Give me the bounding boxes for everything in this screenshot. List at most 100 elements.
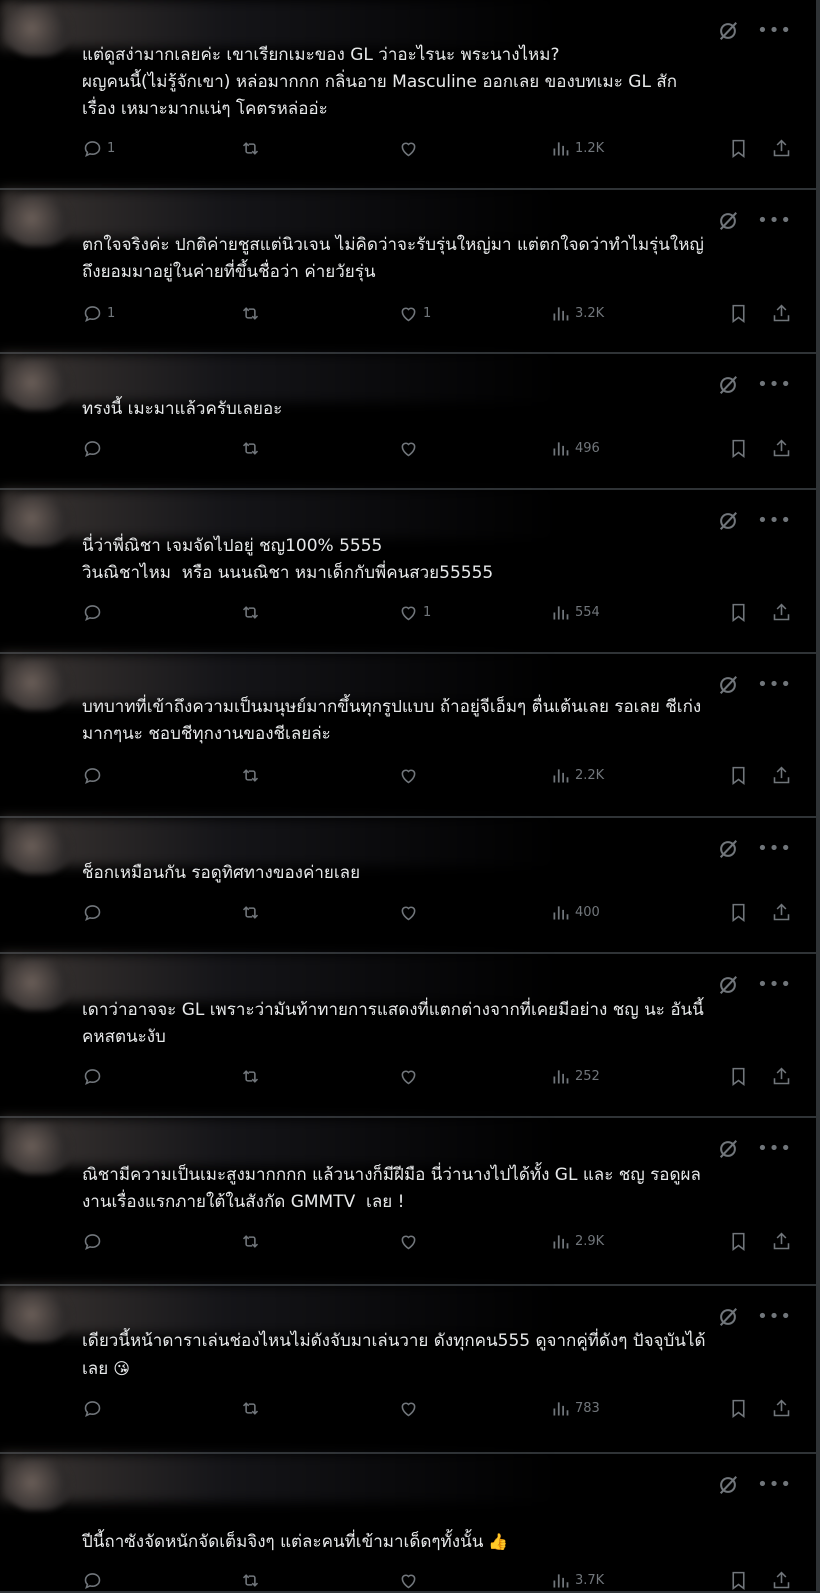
share-button[interactable] xyxy=(771,1570,792,1591)
views-button[interactable]: 1.2K xyxy=(550,138,728,159)
like-button[interactable] xyxy=(398,1398,550,1419)
more-icon[interactable]: ••• xyxy=(757,512,792,530)
repost-button[interactable] xyxy=(240,902,398,923)
share-button[interactable] xyxy=(771,1066,792,1087)
reply-button[interactable]: 1 xyxy=(82,303,240,324)
share-button[interactable] xyxy=(771,1231,792,1252)
like-button[interactable]: 1 xyxy=(398,602,550,623)
bookmark-button[interactable] xyxy=(728,765,749,786)
more-icon[interactable]: ••• xyxy=(757,1308,792,1326)
more-icon[interactable]: ••• xyxy=(757,22,792,40)
avatar[interactable] xyxy=(6,6,70,56)
bookmark-button[interactable] xyxy=(728,902,749,923)
more-icon[interactable]: ••• xyxy=(757,212,792,230)
repost-button[interactable] xyxy=(240,138,398,159)
avatar[interactable] xyxy=(6,960,70,1010)
grok-slash-icon[interactable] xyxy=(717,510,739,532)
like-button[interactable] xyxy=(398,1570,550,1591)
avatar[interactable] xyxy=(6,196,70,246)
reply-post[interactable]: ••• ทรงนี้ เมะมาแล้วครับเลยอะ 496 xyxy=(0,354,816,490)
bookmark-button[interactable] xyxy=(728,138,749,159)
like-button[interactable] xyxy=(398,138,550,159)
grok-slash-icon[interactable] xyxy=(717,210,739,232)
bookmark-button[interactable] xyxy=(728,438,749,459)
reply-post[interactable]: ••• ณิชามีความเป็นเมะสูงมากกกก แล้วนางก็… xyxy=(0,1118,816,1286)
grok-slash-icon[interactable] xyxy=(717,674,739,696)
grok-slash-icon[interactable] xyxy=(717,1474,739,1496)
reply-post[interactable]: ••• ตกใจจริงค่ะ ปกติค่ายชูสแต่นิวเจน ไม่… xyxy=(0,190,816,354)
reply-button[interactable] xyxy=(82,1398,240,1419)
reply-button[interactable] xyxy=(82,1066,240,1087)
share-button[interactable] xyxy=(771,765,792,786)
reply-button[interactable] xyxy=(82,765,240,786)
repost-button[interactable] xyxy=(240,602,398,623)
avatar[interactable] xyxy=(6,1292,70,1342)
bookmark-button[interactable] xyxy=(728,1570,749,1591)
more-icon[interactable]: ••• xyxy=(757,840,792,858)
share-button[interactable] xyxy=(771,602,792,623)
views-button[interactable]: 2.9K xyxy=(550,1231,728,1252)
views-button[interactable]: 496 xyxy=(550,438,728,459)
views-button[interactable]: 3.2K xyxy=(550,303,728,324)
avatar[interactable] xyxy=(6,660,70,710)
bookmark-button[interactable] xyxy=(728,1231,749,1252)
reply-post[interactable]: ••• แต่ดูสง่ามากเลยค่ะ เขาเรียกเมะของ GL… xyxy=(0,0,816,190)
bookmark-button[interactable] xyxy=(728,602,749,623)
repost-button[interactable] xyxy=(240,1398,398,1419)
repost-button[interactable] xyxy=(240,303,398,324)
reply-post[interactable]: ••• ปีนี้ถาซังจัดหนักจัดเต็มจิงๆ แต่ละคน… xyxy=(0,1454,816,1593)
reply-button[interactable] xyxy=(82,1570,240,1591)
grok-slash-icon[interactable] xyxy=(717,1138,739,1160)
share-button[interactable] xyxy=(771,902,792,923)
more-icon[interactable]: ••• xyxy=(757,1476,792,1494)
grok-slash-icon[interactable] xyxy=(717,374,739,396)
repost-button[interactable] xyxy=(240,765,398,786)
like-button[interactable] xyxy=(398,765,550,786)
like-button[interactable]: 1 xyxy=(398,303,550,324)
bookmark-button[interactable] xyxy=(728,1398,749,1419)
grok-slash-icon[interactable] xyxy=(717,838,739,860)
grok-slash-icon[interactable] xyxy=(717,20,739,42)
views-button[interactable]: 783 xyxy=(550,1398,728,1419)
views-button[interactable]: 3.7K xyxy=(550,1570,728,1591)
reply-post[interactable]: ••• นี่ว่าพี่ณิชา เจมจัดไปอยู่ ชญ100% 55… xyxy=(0,490,816,654)
bookmark-button[interactable] xyxy=(728,1066,749,1087)
repost-button[interactable] xyxy=(240,438,398,459)
bookmark-button[interactable] xyxy=(728,303,749,324)
reply-post[interactable]: ••• เดียวนี้หน้าดาราเล่นช่องไหนไม่ดังจับ… xyxy=(0,1286,816,1454)
like-button[interactable] xyxy=(398,1066,550,1087)
reply-post[interactable]: ••• เดาว่าอาจจะ GL เพราะว่ามันท้าทายการแ… xyxy=(0,954,816,1118)
more-icon[interactable]: ••• xyxy=(757,1140,792,1158)
views-button[interactable]: 554 xyxy=(550,602,728,623)
like-button[interactable] xyxy=(398,902,550,923)
like-button[interactable] xyxy=(398,1231,550,1252)
avatar[interactable] xyxy=(6,496,70,546)
reply-button[interactable] xyxy=(82,902,240,923)
grok-slash-icon[interactable] xyxy=(717,974,739,996)
avatar[interactable] xyxy=(6,360,70,410)
repost-button[interactable] xyxy=(240,1231,398,1252)
repost-button[interactable] xyxy=(240,1570,398,1591)
more-icon[interactable]: ••• xyxy=(757,676,792,694)
reply-post[interactable]: ••• บทบาทที่เข้าถึงความเป็นมนุษย์มากขึ้น… xyxy=(0,654,816,818)
reply-button[interactable] xyxy=(82,1231,240,1252)
share-button[interactable] xyxy=(771,438,792,459)
like-button[interactable] xyxy=(398,438,550,459)
views-button[interactable]: 400 xyxy=(550,902,728,923)
more-icon[interactable]: ••• xyxy=(757,376,792,394)
grok-slash-icon[interactable] xyxy=(717,1306,739,1328)
reply-post[interactable]: ••• ช็อกเหมือนกัน รอดูทิศทางของค่ายเลย 4… xyxy=(0,818,816,954)
share-button[interactable] xyxy=(771,1398,792,1419)
reply-button[interactable]: 1 xyxy=(82,138,240,159)
repost-button[interactable] xyxy=(240,1066,398,1087)
avatar[interactable] xyxy=(6,824,70,874)
avatar[interactable] xyxy=(6,1460,70,1510)
views-button[interactable]: 252 xyxy=(550,1066,728,1087)
avatar[interactable] xyxy=(6,1124,70,1174)
views-button[interactable]: 2.2K xyxy=(550,765,728,786)
reply-button[interactable] xyxy=(82,602,240,623)
share-button[interactable] xyxy=(771,303,792,324)
reply-button[interactable] xyxy=(82,438,240,459)
more-icon[interactable]: ••• xyxy=(757,976,792,994)
share-button[interactable] xyxy=(771,138,792,159)
